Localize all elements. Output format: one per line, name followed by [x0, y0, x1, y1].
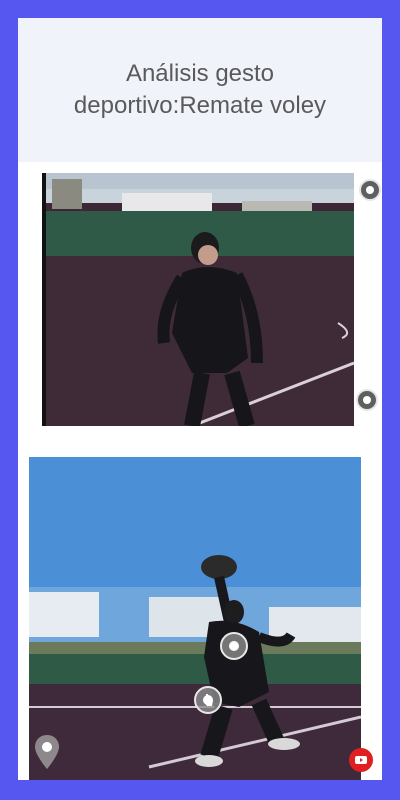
hand-pointer-icon[interactable] — [194, 686, 222, 714]
circle-dot-icon[interactable] — [356, 389, 378, 411]
image-player-looking-up — [42, 173, 354, 426]
content-card: Análisis gesto deportivo:Remate voley — [18, 18, 382, 780]
map-pin-glyph — [35, 735, 59, 769]
circle-dot-icon[interactable] — [220, 632, 248, 660]
title-banner: Análisis gesto deportivo:Remate voley — [18, 18, 382, 162]
eye-icon[interactable] — [359, 179, 381, 201]
player-photo-1 — [42, 173, 354, 426]
hand-pointer-icon-glyph — [203, 694, 213, 706]
map-pin-icon[interactable] — [33, 733, 61, 773]
page-title: Análisis gesto deportivo:Remate voley — [73, 60, 327, 119]
image-player-spike — [29, 457, 361, 780]
youtube-glyph — [355, 756, 367, 764]
player-photo-2 — [29, 457, 361, 780]
youtube-play-icon[interactable] — [349, 748, 373, 772]
